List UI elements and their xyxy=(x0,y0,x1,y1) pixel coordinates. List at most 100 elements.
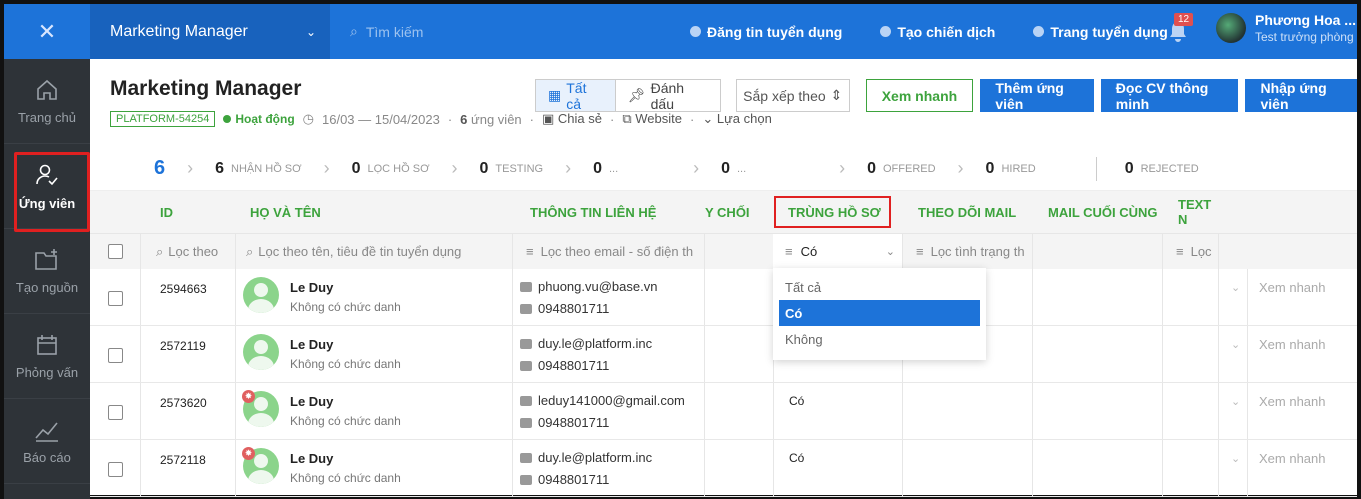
row-checkbox[interactable] xyxy=(108,462,123,477)
stage-count: 0 xyxy=(1124,159,1134,177)
filter-name[interactable]: ⌕ Lọc theo tên, tiêu đề tin tuyển dụng xyxy=(246,234,461,269)
avatar xyxy=(243,277,279,313)
import-candidates-button[interactable]: Nhập ứng viên xyxy=(1245,79,1357,112)
pipeline-total[interactable]: 6 xyxy=(154,147,165,191)
chart-line-icon xyxy=(35,421,58,442)
candidate-name[interactable]: Le Duy xyxy=(290,451,333,466)
post-job-link[interactable]: Đăng tin tuyển dụng xyxy=(690,24,842,40)
filter-contact[interactable]: ≡ Lọc theo email - số điện th xyxy=(526,234,696,269)
chevron-down-icon[interactable]: ⌄ xyxy=(1231,338,1240,351)
create-campaign-label: Tạo chiến dịch xyxy=(897,23,996,40)
contact-email[interactable]: duy.le@platform.inc xyxy=(520,450,652,465)
candidate-title: Không có chức danh xyxy=(290,357,401,371)
dropdown-option-no[interactable]: Không xyxy=(773,326,986,352)
chevron-down-icon[interactable]: ⌄ xyxy=(1231,395,1240,408)
stage-5[interactable]: 0... xyxy=(721,147,821,191)
quick-view-link[interactable]: Xem nhanh xyxy=(1259,451,1326,466)
tab-all[interactable]: ▦ Tất cả xyxy=(536,80,616,112)
contact-email[interactable]: phuong.vu@base.vn xyxy=(520,279,657,294)
quick-view-link[interactable]: Xem nhanh xyxy=(1259,394,1326,409)
candidate-name[interactable]: Le Duy xyxy=(290,394,333,409)
search-input[interactable]: ⌕ Tìm kiếm xyxy=(350,23,650,40)
folder-add-icon xyxy=(35,248,57,270)
table-header: ID HỌ VÀ TÊN THÔNG TIN LIÊN HỆ Y CHỐI TR… xyxy=(90,191,1357,233)
job-code-tag: PLATFORM-54254 xyxy=(110,111,216,127)
quick-view-link[interactable]: Xem nhanh xyxy=(1259,280,1326,295)
options-dropdown[interactable]: ⌄ Lựa chọn xyxy=(702,111,772,127)
col-mail-tracking[interactable]: THEO DÕI MAIL xyxy=(918,191,1016,233)
filter-id[interactable]: ⌕ Lọc theo xyxy=(156,234,234,269)
stage-offered[interactable]: 0 OFFERED xyxy=(867,147,935,191)
avatar xyxy=(243,334,279,370)
close-icon[interactable]: ✕ xyxy=(4,4,90,59)
project-selector[interactable]: Marketing Manager ⌄ xyxy=(90,4,330,59)
sidebar-item-candidates[interactable]: Ứng viên xyxy=(4,144,90,232)
chevron-down-icon[interactable]: ⌄ xyxy=(1231,281,1240,294)
stage-label: ... xyxy=(608,162,619,175)
mail-icon xyxy=(520,281,532,292)
contact-phone[interactable]: 0948801711 xyxy=(520,415,609,430)
sidebar-item-home[interactable]: Trang chủ xyxy=(4,59,90,144)
select-all-checkbox[interactable] xyxy=(108,244,123,259)
candidate-name[interactable]: Le Duy xyxy=(290,280,333,295)
col-reject[interactable]: Y CHỐI xyxy=(705,191,750,233)
filter-mail[interactable]: ≡ Lọc tình trạng th xyxy=(916,234,1024,269)
sidebar-item-reports[interactable]: Báo cáo xyxy=(4,399,90,484)
contact-phone[interactable]: 0948801711 xyxy=(520,301,609,316)
sidebar-item-sourcing[interactable]: Tạo nguồn xyxy=(4,229,90,314)
col-text[interactable]: TEXT N xyxy=(1178,191,1218,233)
stage-label: TESTING xyxy=(495,162,544,175)
share-link[interactable]: ▣ Chia sẻ xyxy=(542,111,602,127)
col-contact[interactable]: THÔNG TIN LIÊN HỆ xyxy=(530,191,656,233)
contact-phone[interactable]: 0948801711 xyxy=(520,358,609,373)
candidate-name[interactable]: Le Duy xyxy=(290,337,333,352)
col-name[interactable]: HỌ VÀ TÊN xyxy=(250,191,321,233)
contact-phone[interactable]: 0948801711 xyxy=(520,472,609,487)
stage-count: 0 xyxy=(479,159,489,177)
stage-testing[interactable]: 0 TESTING xyxy=(480,147,544,191)
tab-marked[interactable]: 📌︎ Đánh dấu xyxy=(616,80,720,112)
col-last-mail[interactable]: MAIL CUỐI CÙNG xyxy=(1048,191,1158,233)
career-page-link[interactable]: Trang tuyển dụng xyxy=(1033,24,1168,40)
search-placeholder: Tìm kiếm xyxy=(365,23,424,40)
dropdown-option-yes[interactable]: Có xyxy=(779,300,980,326)
sort-dropdown[interactable]: Sắp xếp theo ⇕ xyxy=(736,79,850,112)
stage-4[interactable]: 0... xyxy=(593,147,693,191)
email-text: leduy141000@gmail.com xyxy=(538,393,685,408)
create-campaign-link[interactable]: Tạo chiến dịch xyxy=(880,24,995,40)
chevron-right-icon: › xyxy=(839,158,846,178)
row-checkbox[interactable] xyxy=(108,348,123,363)
filter-text[interactable]: ≡ Lọc xyxy=(1176,234,1212,269)
quick-view-button[interactable]: Xem nhanh xyxy=(865,79,974,112)
row-checkbox[interactable] xyxy=(108,405,123,420)
table-row[interactable]: 2573620 ✸ Le Duy Không có chức danh ledu… xyxy=(90,383,1357,440)
stage-screening[interactable]: 0 LỌC HỒ SƠ xyxy=(352,147,430,191)
row-checkbox[interactable] xyxy=(108,291,123,306)
chevron-right-icon: › xyxy=(323,158,330,178)
stage-hired[interactable]: 0 HIRED xyxy=(986,147,1036,191)
add-candidate-button[interactable]: Thêm ứng viên xyxy=(980,79,1094,112)
sidebar-item-interview[interactable]: Phỏng vấn xyxy=(4,314,90,399)
user-menu[interactable]: Phương Hoa ... Test trưởng phòng xyxy=(1216,12,1356,44)
dropdown-option-all[interactable]: Tất cả xyxy=(773,274,986,300)
contact-email[interactable]: leduy141000@gmail.com xyxy=(520,393,685,408)
smart-cv-button[interactable]: Đọc CV thông minh xyxy=(1100,79,1239,112)
phone-icon xyxy=(520,417,532,428)
options-label: Lựa chọn xyxy=(716,111,772,126)
table-row[interactable]: 2572118 ✸ Le Duy Không có chức danh duy.… xyxy=(90,440,1357,497)
filter-duplicate-select[interactable]: ≡ Có ⌄ xyxy=(773,234,903,269)
chevron-right-icon: › xyxy=(187,158,194,178)
chevron-down-icon[interactable]: ⌄ xyxy=(1231,452,1240,465)
website-link[interactable]: ⧉ Website xyxy=(622,111,682,127)
quick-view-link[interactable]: Xem nhanh xyxy=(1259,337,1326,352)
stage-received[interactable]: 6 NHẬN HỒ SƠ xyxy=(215,147,301,191)
table-row[interactable]: 2572119 Le Duy Không có chức danh duy.le… xyxy=(90,326,1357,383)
col-id[interactable]: ID xyxy=(160,191,173,233)
user-name: Phương Hoa ... xyxy=(1255,12,1356,28)
stage-count: 0 xyxy=(721,159,730,177)
facebook-icon: ▣ xyxy=(542,111,555,126)
contact-email[interactable]: duy.le@platform.inc xyxy=(520,336,652,351)
stage-rejected[interactable]: 0 REJECTED xyxy=(1125,147,1199,191)
table-row[interactable]: 2594663 Le Duy Không có chức danh phuong… xyxy=(90,269,1357,326)
phone-icon xyxy=(520,360,532,371)
